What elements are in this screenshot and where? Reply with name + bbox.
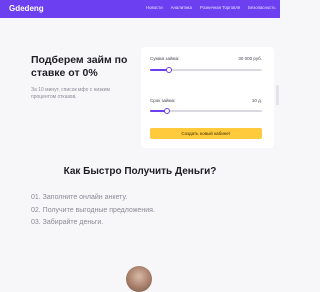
nav-link-analytics[interactable]: Аналитика bbox=[171, 5, 192, 10]
hero-title: Подберем займ по ставке от 0% bbox=[31, 54, 128, 79]
create-cabinet-button[interactable]: Создать новый кабинет bbox=[150, 128, 262, 139]
main-nav: Новости Аналитика Розничная Торговля Без… bbox=[146, 5, 276, 10]
loan-calculator-card: Сумма займа: 30 000 руб. Срок займа: 10 … bbox=[141, 47, 274, 148]
amount-slider-track[interactable] bbox=[150, 67, 262, 73]
hero-subtitle: За 10 минут, список мфо с низким процент… bbox=[31, 87, 110, 100]
nav-link-retail[interactable]: Розничная Торговля bbox=[200, 5, 240, 10]
amount-value: 30 000 руб. bbox=[238, 56, 262, 61]
avatar bbox=[126, 266, 152, 292]
step-item: 01. Заполните онлайн анкету. bbox=[31, 194, 128, 201]
side-scroll-handle[interactable] bbox=[276, 85, 279, 105]
term-slider-track[interactable] bbox=[150, 108, 262, 114]
steps-list: 01. Заполните онлайн анкету. 02. Получит… bbox=[31, 192, 155, 230]
top-nav-bar: Gdedeng Новости Аналитика Розничная Торг… bbox=[0, 0, 280, 18]
step-item: 03. Забирайте деньги. bbox=[31, 219, 104, 226]
term-label: Срок займа: bbox=[150, 98, 176, 103]
amount-slider-handle[interactable] bbox=[166, 67, 172, 73]
nav-link-news[interactable]: Новости bbox=[146, 5, 163, 10]
site-logo[interactable]: Gdedeng bbox=[9, 4, 44, 13]
term-slider-handle[interactable] bbox=[164, 108, 170, 114]
hero-text: Подберем займ по ставке от 0% За 10 мину… bbox=[31, 54, 141, 101]
term-value: 10 д. bbox=[251, 98, 262, 103]
amount-label: Сумма займа: bbox=[150, 56, 180, 61]
step-item: 02. Получите выгодные предложения. bbox=[31, 206, 155, 214]
nav-link-security[interactable]: Безопасность bbox=[248, 5, 275, 10]
how-section-title: Как Быстро Получить Деньги? bbox=[63, 166, 217, 177]
